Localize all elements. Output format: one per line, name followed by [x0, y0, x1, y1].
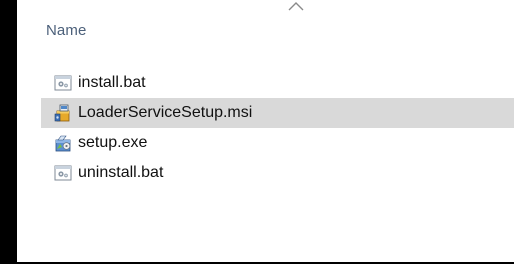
file-name: LoaderServiceSetup.msi [78, 104, 253, 121]
file-row-loaderservicesetup-msi[interactable]: LoaderServiceSetup.msi [41, 98, 514, 128]
installer-package-icon [54, 104, 70, 122]
file-name: setup.exe [78, 134, 148, 151]
column-header-name[interactable]: Name [46, 22, 86, 39]
chevron-up-icon[interactable] [287, 0, 305, 12]
file-list: install.bat LoaderServiceSetup.msi setup… [41, 68, 514, 188]
batch-file-icon [54, 165, 72, 181]
file-row-uninstall-bat[interactable]: uninstall.bat [41, 158, 514, 188]
screenshot-frame: Name install.bat LoaderServiceSetup.msi … [0, 0, 514, 264]
setup-exe-icon [55, 135, 71, 152]
file-list-pane: Name install.bat LoaderServiceSetup.msi … [17, 0, 514, 262]
batch-file-icon [54, 75, 72, 91]
file-row-install-bat[interactable]: install.bat [41, 68, 514, 98]
file-name: install.bat [78, 74, 146, 91]
file-name: uninstall.bat [78, 164, 164, 181]
file-row-setup-exe[interactable]: setup.exe [41, 128, 514, 158]
